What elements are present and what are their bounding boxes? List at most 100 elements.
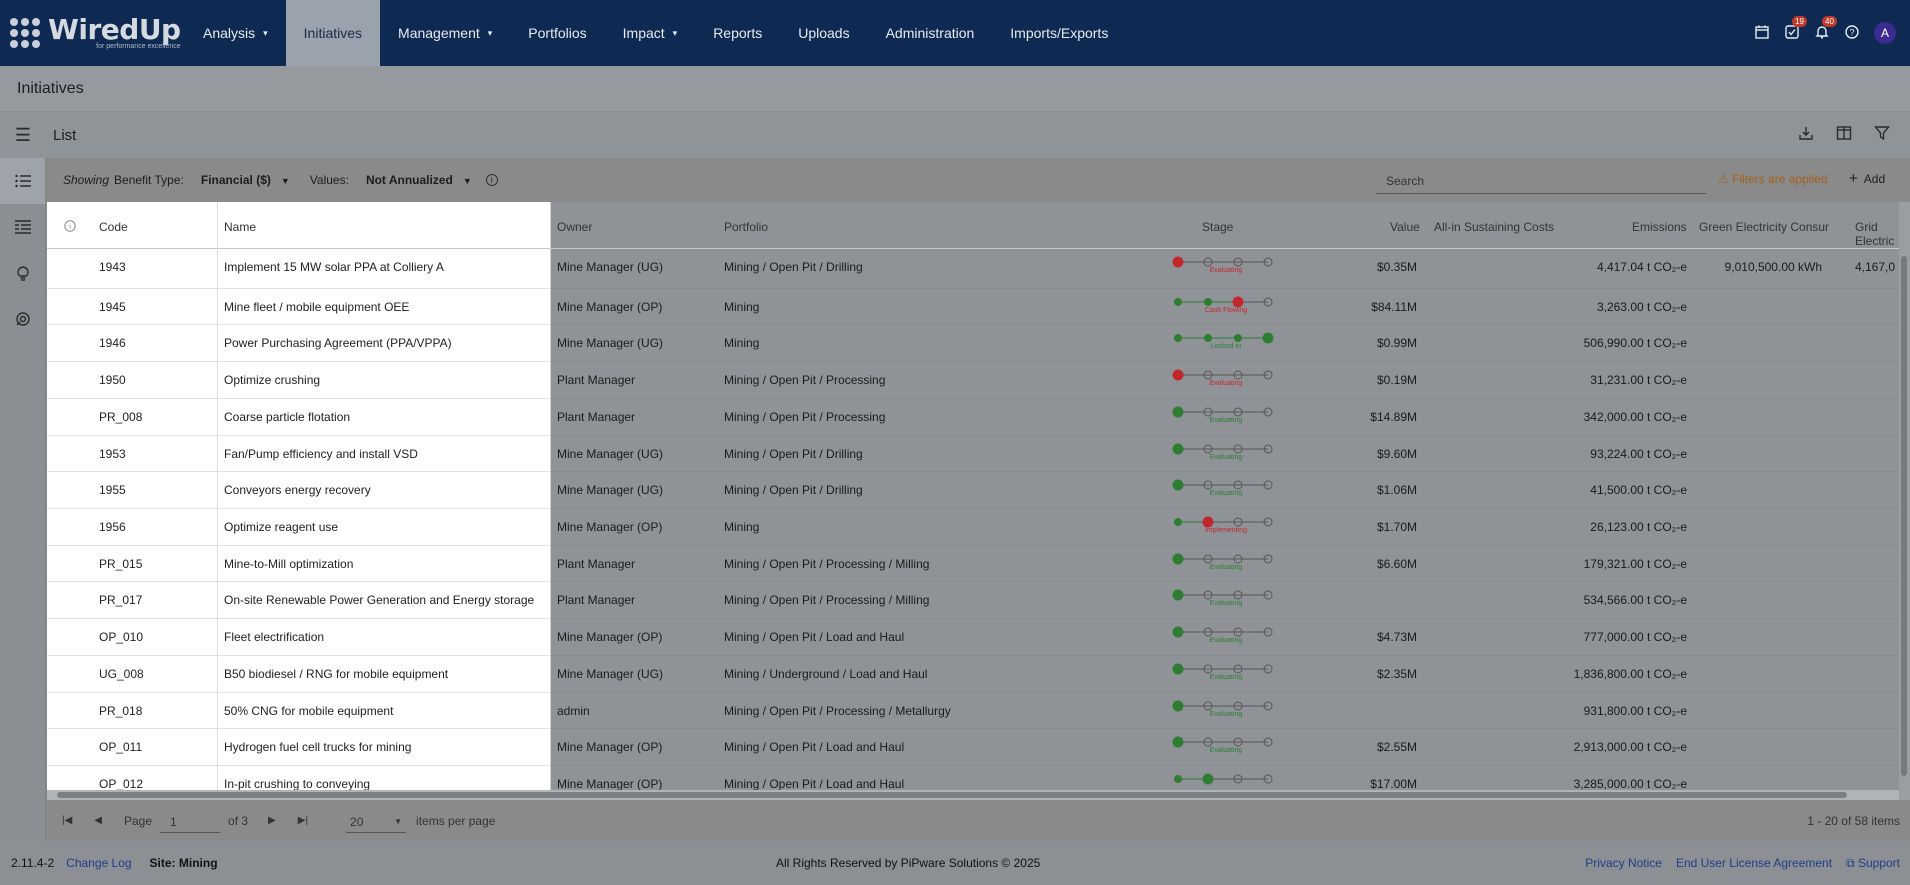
filters-applied-notice[interactable]: ⚠ Filters are applied <box>1718 172 1828 186</box>
column-header-grid-electricity[interactable]: Grid Electric <box>1855 220 1899 248</box>
search-input[interactable]: Search <box>1376 168 1706 194</box>
table-row[interactable]: PR_017 On-site Renewable Power Generation… <box>47 582 550 619</box>
table-row[interactable]: 1953 Fan/Pump efficiency and install VSD <box>47 436 550 472</box>
column-header-name[interactable]: Name <box>224 220 256 234</box>
cell-emissions: 1,836,800.00 t CO₂-e <box>1573 667 1687 681</box>
privacy-link[interactable]: Privacy Notice <box>1585 856 1662 871</box>
cell-name[interactable]: In-pit crushing to conveying <box>224 766 544 790</box>
table-row[interactable]: OP_010 Fleet electrification <box>47 619 550 656</box>
filter-icon[interactable] <box>1874 125 1890 145</box>
cell-name[interactable]: Implement 15 MW solar PPA at Colliery A <box>224 249 544 286</box>
column-header-value[interactable]: Value <box>1390 220 1420 234</box>
cell-name[interactable]: Fleet electrification <box>224 619 544 656</box>
detail-list-icon[interactable] <box>0 204 45 250</box>
lightbulb-icon[interactable] <box>0 250 45 296</box>
table-row[interactable]: 1946 Power Purchasing Agreement (PPA/VPPA… <box>47 325 550 362</box>
change-log-link[interactable]: Change Log <box>66 856 131 870</box>
cell-code: OP_012 <box>99 777 144 790</box>
first-page-icon[interactable]: |◀ <box>62 815 72 826</box>
nav-item-impact[interactable]: Impact ▾ <box>605 0 696 66</box>
cell-name[interactable]: On-site Renewable Power Generation and E… <box>224 582 544 619</box>
cell-emissions: 534,566.00 t CO₂-e <box>1583 593 1687 607</box>
tracking-icon[interactable] <box>0 296 45 342</box>
items-per-page-select[interactable]: 20 ▼ <box>346 809 407 833</box>
support-link[interactable]: ⧉ Support <box>1846 856 1900 871</box>
cell-name[interactable]: Coarse particle flotation <box>224 399 544 436</box>
horizontal-scrollbar[interactable] <box>47 790 1899 800</box>
table-row[interactable]: 1955 Conveyors energy recovery <box>47 472 550 509</box>
nav-item-administration[interactable]: Administration <box>868 0 993 66</box>
table-row[interactable]: PR_018 50% CNG for mobile equipment <box>47 693 550 729</box>
cell-grid-electricity <box>1855 399 1899 436</box>
column-header-sustaining-costs[interactable]: All-in Sustaining Costs <box>1434 220 1554 234</box>
nav-item-portfolios[interactable]: Portfolios <box>510 0 604 66</box>
eula-link[interactable]: End User License Agreement <box>1676 856 1832 871</box>
export-icon[interactable] <box>1798 125 1814 145</box>
table-row[interactable]: OP_011 Hydrogen fuel cell trucks for mini… <box>47 729 550 766</box>
list-view-icon[interactable] <box>0 158 45 204</box>
page-number-input[interactable]: 1 <box>160 809 221 833</box>
cell-name[interactable]: Conveyors energy recovery <box>224 472 544 509</box>
bell-icon[interactable]: 40 <box>1814 16 1837 41</box>
nav-item-uploads[interactable]: Uploads <box>780 0 867 66</box>
table-row[interactable]: 1943 Implement 15 MW solar PPA at Collier… <box>47 249 550 289</box>
table-row[interactable]: PR_008 Coarse particle flotation <box>47 399 550 436</box>
column-header-green-electricity[interactable]: Green Electricity Consur <box>1699 220 1829 234</box>
add-button[interactable]: + Add <box>1849 170 1885 187</box>
cell-name[interactable]: Mine-to-Mill optimization <box>224 546 544 583</box>
cell-code: 1946 <box>99 336 126 350</box>
columns-icon[interactable] <box>1836 125 1852 145</box>
values-label: Values: <box>309 173 349 187</box>
cell-green-electricity <box>1697 399 1822 436</box>
cell-name[interactable]: Power Purchasing Agreement (PPA/VPPA) <box>224 325 544 362</box>
cell-grid-electricity <box>1855 619 1899 656</box>
nav-item-reports[interactable]: Reports <box>695 0 780 66</box>
info-icon[interactable]: i <box>485 174 498 186</box>
vertical-scrollbar[interactable] <box>1899 202 1910 800</box>
cell-name[interactable]: Hydrogen fuel cell trucks for mining <box>224 729 544 766</box>
column-header-portfolio[interactable]: Portfolio <box>724 220 768 234</box>
nav-item-initiatives[interactable]: Initiatives <box>285 0 381 66</box>
menu-toggle-icon[interactable]: ☰ <box>0 125 46 146</box>
tasks-icon[interactable]: 19 <box>1784 16 1807 41</box>
column-header-owner[interactable]: Owner <box>557 220 592 234</box>
cell-name[interactable]: Optimize reagent use <box>224 509 544 546</box>
column-header-stage[interactable]: Stage <box>1202 220 1233 234</box>
page-label: Page <box>124 813 153 828</box>
table-row[interactable]: 1950 Optimize crushing <box>47 362 550 399</box>
help-icon[interactable]: ? <box>1844 25 1860 41</box>
cell-code: PR_017 <box>99 593 143 607</box>
table-row[interactable]: PR_015 Mine-to-Mill optimization <box>47 546 550 582</box>
cell-name[interactable]: Fan/Pump efficiency and install VSD <box>224 436 544 473</box>
list-header: ☰ List <box>0 112 1910 158</box>
showing-label: Showing <box>63 173 110 187</box>
table-row[interactable]: OP_012 In-pit crushing to conveying <box>47 766 550 790</box>
cell-name[interactable]: Optimize crushing <box>224 362 544 399</box>
last-page-icon[interactable]: ▶| <box>298 815 308 826</box>
table-row[interactable]: UG_008 B50 biodiesel / RNG for mobile equ… <box>47 656 550 693</box>
table-row[interactable]: 1945 Mine fleet / mobile equipment OEE <box>47 289 550 325</box>
benefit-type-select[interactable]: Financial ($) ▼ <box>201 173 290 187</box>
nav-item-analysis[interactable]: Analysis ▾ <box>185 0 286 66</box>
cell-code: PR_015 <box>99 557 143 571</box>
cell-green-electricity: 9,010,500.00 kWh <box>1724 260 1822 274</box>
column-header-code[interactable]: Code <box>99 220 128 234</box>
cell-name[interactable]: Mine fleet / mobile equipment OEE <box>224 289 544 326</box>
nav-item-imports-exports[interactable]: Imports/Exports <box>992 0 1126 66</box>
header-info-icon[interactable]: i <box>64 220 76 235</box>
values-select[interactable]: Not Annualized ▼ <box>366 173 472 187</box>
next-page-icon[interactable]: ▶ <box>268 815 276 826</box>
prev-page-icon[interactable]: ◀ <box>94 815 102 826</box>
table-row[interactable]: 1956 Optimize reagent use <box>47 509 550 546</box>
cell-name[interactable]: B50 biodiesel / RNG for mobile equipment <box>224 656 544 693</box>
user-avatar[interactable]: A <box>1874 22 1896 44</box>
calendar-icon[interactable] <box>1754 25 1770 41</box>
cell-owner: Mine Manager (UG) <box>557 336 664 350</box>
stage-label: Evaluating <box>1209 454 1243 461</box>
notifications-badge: 40 <box>1822 16 1837 27</box>
nav-item-management[interactable]: Management ▾ <box>380 0 510 66</box>
cell-name[interactable]: 50% CNG for mobile equipment <box>224 693 544 730</box>
wiredup-logo[interactable]: WiredUp for performance excellence <box>0 0 185 66</box>
cell-code: PR_018 <box>99 704 143 718</box>
column-header-emissions[interactable]: Emissions <box>1632 220 1687 234</box>
